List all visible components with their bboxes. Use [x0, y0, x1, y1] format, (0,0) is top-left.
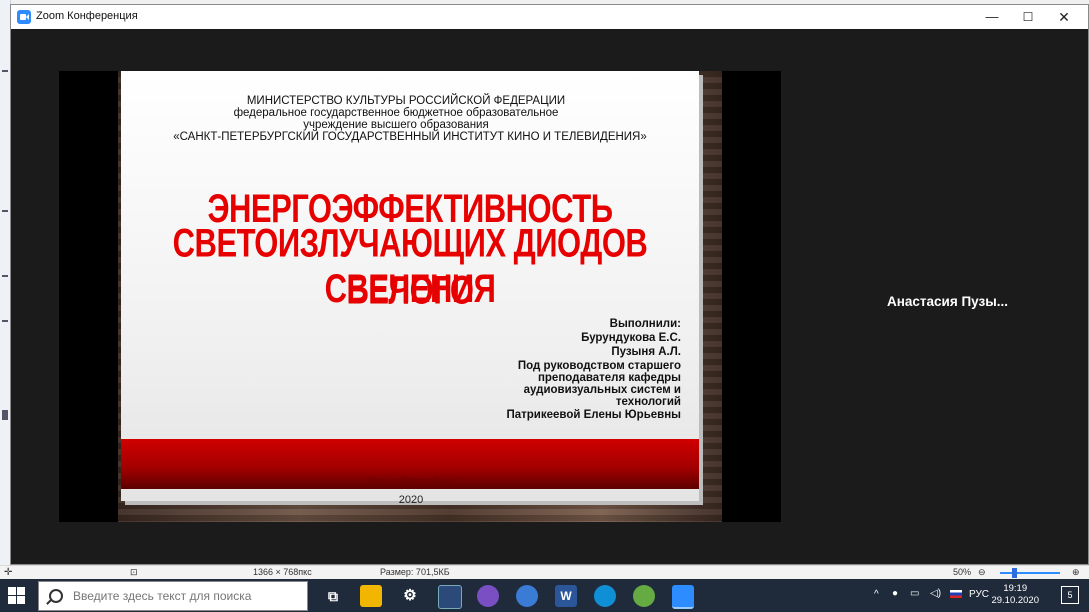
taskbar-search[interactable]: [38, 581, 308, 611]
screen-share-view[interactable]: МИНИСТЕРСТВО КУЛЬТУРЫ РОССИЙСКОЙ ФЕДЕРАЦ…: [59, 71, 781, 522]
fit-icon: ⊡: [130, 567, 138, 577]
zoom-out-icon[interactable]: ⊖: [978, 567, 986, 578]
ministry-line: федеральное государственное бюджетное об…: [233, 107, 559, 119]
search-input[interactable]: [71, 588, 305, 604]
edge-browser-icon[interactable]: [594, 585, 616, 607]
task-view-icon[interactable]: ⧉: [322, 585, 344, 607]
file-explorer-icon[interactable]: [360, 585, 382, 607]
background-mark: [2, 70, 8, 72]
ministry-line: «САНКТ-ПЕТЕРБУРГСКИЙ ГОСУДАРСТВЕННЫЙ ИНС…: [173, 131, 647, 143]
zoom-level: 50%: [953, 567, 972, 577]
dimensions-text: 1366 × 768пкс: [253, 567, 312, 577]
search-icon: [49, 589, 63, 603]
language-indicator[interactable]: РУС: [969, 589, 989, 600]
flag-icon: [950, 590, 962, 598]
zoom-slider-thumb[interactable]: [1012, 568, 1017, 578]
calculator-icon[interactable]: [438, 585, 462, 609]
zoom-slider[interactable]: [1000, 572, 1060, 574]
chevron-up-icon[interactable]: ^: [874, 589, 879, 600]
background-mark: [2, 275, 8, 277]
authors-line: преподавателя кафедры: [537, 372, 681, 384]
move-icon: ✛: [4, 567, 13, 578]
zoom-taskbar-icon[interactable]: [672, 585, 694, 609]
zoom-window: Zoom Конференция — ☐ ✕ МИНИСТЕРСТВО КУЛЬ…: [10, 4, 1089, 565]
paint-icon[interactable]: [633, 585, 655, 607]
participant-name[interactable]: Анастасия Пузы...: [887, 294, 1008, 309]
maximize-button[interactable]: ☐: [1010, 5, 1046, 29]
network-icon[interactable]: ▭: [910, 588, 919, 599]
title-bar[interactable]: Zoom Конференция — ☐ ✕: [11, 5, 1088, 30]
authors-line: аудиовизуальных систем и: [523, 384, 681, 396]
zoom-logo-icon: [17, 10, 31, 24]
notification-center-icon[interactable]: 5: [1061, 586, 1079, 604]
ministry-line: учреждение высшего образования: [303, 119, 489, 131]
volume-icon[interactable]: ◁): [930, 588, 941, 599]
taskbar: ⧉ ⚙ W ^ ● ▭ ◁) РУС 19:19 29.10.2020 5: [0, 579, 1089, 612]
clock[interactable]: 19:19 29.10.2020: [991, 583, 1039, 607]
slide-city: Санкт-Петербург: [367, 476, 455, 488]
authors-line: Выполнили:: [609, 318, 681, 330]
background-mark: [2, 210, 8, 212]
authors-line: Пузыня А.Л.: [611, 346, 681, 358]
word-icon[interactable]: W: [555, 585, 577, 607]
settings-gear-icon[interactable]: ⚙: [399, 585, 421, 607]
background-mark: [2, 320, 8, 322]
file-size-text: Размер: 701,5КБ: [380, 567, 450, 577]
meeting-content: МИНИСТЕРСТВО КУЛЬТУРЫ РОССИЙСКОЙ ФЕДЕРАЦ…: [11, 29, 1088, 564]
slide: МИНИСТЕРСТВО КУЛЬТУРЫ РОССИЙСКОЙ ФЕДЕРАЦ…: [121, 71, 699, 506]
authors-line: Под руководством старшего: [517, 360, 681, 372]
authors-line: технологий: [615, 396, 681, 408]
windows-start-icon[interactable]: [8, 587, 26, 605]
close-button[interactable]: ✕: [1046, 5, 1082, 29]
slide-year: 2020: [398, 494, 424, 506]
image-viewer-status-bar: ✛ ⊡ 1366 × 768пкс Размер: 701,5КБ 50% ⊖ …: [0, 565, 1089, 580]
window-title: Zoom Конференция: [36, 10, 138, 22]
slide-title-line: СВЕЧЕНИЯ: [324, 265, 496, 312]
app-icon[interactable]: [516, 585, 538, 607]
authors-line: Бурундукова Е.С.: [581, 332, 681, 344]
clock-time: 19:19: [1003, 583, 1028, 594]
authors-line: Патрикеевой Елены Юрьевны: [506, 409, 681, 421]
clock-date: 29.10.2020: [991, 595, 1039, 606]
zoom-in-icon[interactable]: ⊕: [1072, 567, 1080, 578]
microphone-icon[interactable]: ●: [892, 588, 898, 599]
viber-icon[interactable]: [477, 585, 499, 607]
background-mark: [2, 410, 8, 420]
ministry-line: МИНИСТЕРСТВО КУЛЬТУРЫ РОССИЙСКОЙ ФЕДЕРАЦ…: [246, 95, 566, 107]
minimize-button[interactable]: —: [974, 5, 1010, 29]
